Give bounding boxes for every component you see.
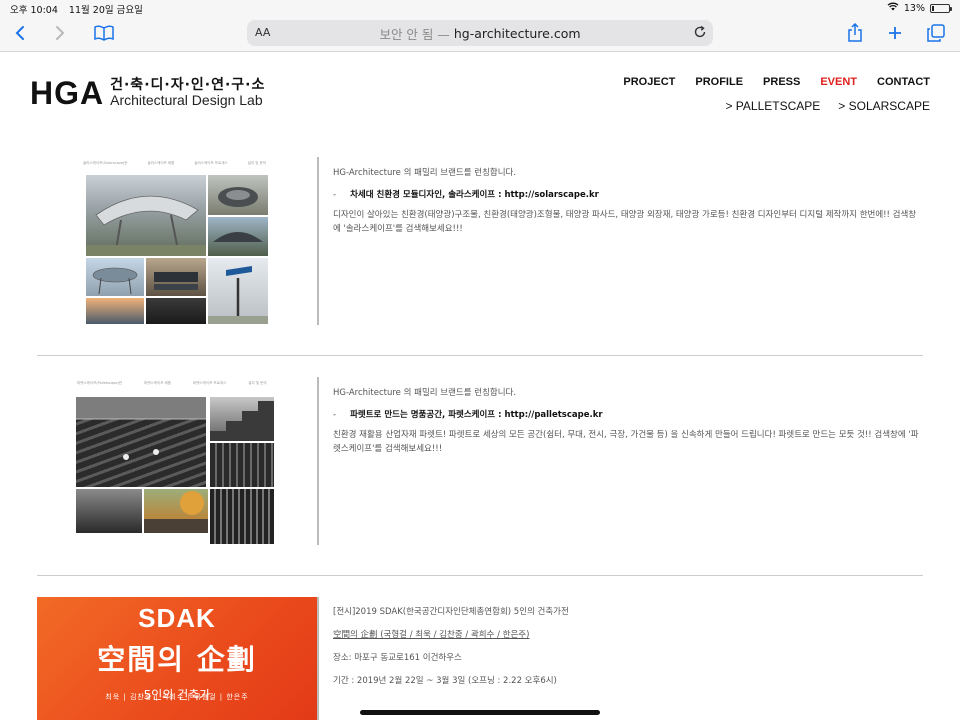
battery-fill — [932, 5, 934, 11]
exhibition-venue: 장소: 마포구 동교로161 이건하우스 — [333, 653, 462, 663]
battery-percent: 13% — [903, 2, 925, 14]
reader-settings-button[interactable]: AA — [255, 26, 270, 39]
battery-icon — [930, 3, 952, 13]
photo-solar-panels — [146, 258, 206, 296]
exhibition-period: 기간 : 2019년 2월 22일 ~ 3월 3일 (오프닝 : 2.22 오후… — [333, 676, 557, 686]
new-tab-icon[interactable] — [883, 22, 907, 44]
status-date: 11월 20일 금요일 — [68, 5, 143, 16]
photo-solar-shelter — [86, 258, 144, 296]
logo-mark: HGA — [30, 75, 105, 111]
divider — [37, 355, 923, 356]
photo-pallet-floor — [210, 443, 274, 487]
sub-nav: > PALLETSCAPE > SOLARSCAPE — [725, 99, 930, 113]
subnav-solarscape[interactable]: > SOLARSCAPE — [838, 99, 930, 113]
subnav-palletscape[interactable]: > PALLETSCAPE — [725, 99, 820, 113]
nav-event[interactable]: EVENT — [820, 76, 857, 88]
photo-solar-sunset — [86, 298, 144, 324]
photo-solar-streetlight — [208, 258, 268, 324]
tabs-icon[interactable] — [924, 22, 948, 44]
post-solarscape: 솔라스케이프(Solarscape)란 솔라스케이프 제품 솔라스케이프 프로세… — [37, 157, 923, 327]
post-headline-link[interactable]: 파렛트로 만드는 명품공간, 파렛스케이프 : http://palletsca… — [350, 410, 602, 420]
photo-solar-dome — [208, 175, 268, 215]
bookmarks-icon[interactable] — [92, 22, 116, 44]
photo-pallet-stairs — [210, 397, 274, 441]
photo-solar-pavilion — [86, 175, 206, 256]
thumb-header-item: 설치 및 문의 — [248, 381, 267, 385]
forward-icon[interactable] — [48, 22, 72, 44]
thumb-header-item: 파렛스케이프(Palletscape)란 — [77, 381, 123, 385]
exhibition-title: [전시]2019 SDAK(한국공간디자인단체총연합회) 5인의 건축가전 — [333, 607, 569, 617]
post-palletscape: 파렛스케이프(Palletscape)란 파렛스케이프 제품 파렛스케이프 프로… — [37, 377, 923, 547]
post-text: [전시]2019 SDAK(한국공간디자인단체총연합회) 5인의 건축가전 空間… — [333, 597, 923, 695]
post-text: HG-Architecture 의 패밀리 브랜드를 런칭합니다. - 차세대 친… — [333, 157, 923, 242]
solarscape-thumbnail[interactable]: 솔라스케이프(Solarscape)란 솔라스케이프 제품 솔라스케이프 프로세… — [37, 157, 319, 325]
nav-press[interactable]: PRESS — [763, 76, 800, 88]
post-sdak-exhibition: SDAK 空間의 企劃 5인의 건축가 최욱 | 김찬중 | 곽희수 | 국형걸… — [37, 597, 923, 720]
main-nav: PROJECT PROFILE PRESS EVENT CONTACT — [623, 76, 930, 88]
photo-pallet-corridor — [210, 489, 274, 544]
nav-contact[interactable]: CONTACT — [877, 76, 930, 88]
url-text: hg-architecture.com — [453, 25, 581, 41]
back-icon[interactable] — [8, 22, 32, 44]
share-icon[interactable] — [843, 22, 867, 44]
thumb-header: 파렛스케이프(Palletscape)란 파렛스케이프 제품 파렛스케이프 프로… — [77, 381, 267, 386]
reload-icon[interactable] — [693, 25, 707, 42]
thumb-header-item: 파렛스케이프 제품 — [144, 381, 171, 385]
address-bar[interactable]: AA 보안 안 됨 — hg-architecture.com — [247, 20, 713, 46]
palletscape-thumbnail[interactable]: 파렛스케이프(Palletscape)란 파렛스케이프 제품 파렛스케이프 프로… — [37, 377, 319, 545]
photo-pallet-seating — [76, 489, 142, 533]
thumb-header-item: 솔라스케이프 제품 — [147, 161, 175, 165]
logo-korean: 건·축·디·자·인·연·구·소 — [110, 77, 266, 93]
status-bar: 오후 10:04 11월 20일 금요일 13% — [0, 0, 960, 16]
status-time: 오후 10:04 — [10, 5, 58, 16]
photo-pallet-autumn — [144, 489, 208, 533]
photo-solar-structure — [146, 298, 206, 324]
post-intro: HG-Architecture 의 패밀리 브랜드를 런칭합니다. — [333, 388, 517, 398]
thumb-header-item: 파렛스케이프 프로세스 — [192, 381, 227, 385]
nav-profile[interactable]: PROFILE — [695, 76, 743, 88]
thumb-header-item: 솔라스케이프 프로세스 — [194, 161, 228, 165]
post-body: 친환경 재활용 산업자재 파렛트! 파렛트로 세상의 모든 공간(쉼터, 무대,… — [333, 430, 919, 454]
post-headline-link[interactable]: 차세대 친환경 모듈디자인, 솔라스케이프 : http://solarscap… — [350, 190, 599, 200]
logo-english: Architectural Design Lab — [110, 92, 263, 108]
nav-project[interactable]: PROJECT — [623, 76, 675, 88]
photo-solar-canopy — [208, 217, 268, 256]
wifi-icon — [887, 2, 899, 14]
thumb-header-item: 설치 및 문의 — [247, 161, 266, 165]
exhibition-participants-link[interactable]: 空間의 企劃 (국형걸 / 최욱 / 김찬중 / 곽희수 / 한은주) — [333, 628, 923, 643]
site-logo[interactable]: HGA 건·축·디·자·인·연·구·소 Architectural Design… — [30, 75, 266, 111]
post-text: HG-Architecture 의 패밀리 브랜드를 런칭합니다. - 파렛트로 … — [333, 377, 923, 462]
post-body: 디자인이 살아있는 친환경(태양광)구조물, 친환경(태양광)조형물, 태양광 … — [333, 210, 917, 234]
poster-names: 최욱 | 김찬중 | 곽희수 | 국형걸 | 한은주 — [105, 693, 249, 701]
post-intro: HG-Architecture 의 패밀리 브랜드를 런칭합니다. — [333, 168, 517, 178]
insecure-label: 보안 안 됨 — — [379, 26, 450, 42]
browser-toolbar: AA 보안 안 됨 — hg-architecture.com — [0, 16, 960, 52]
sdak-poster[interactable]: SDAK 空間의 企劃 5인의 건축가 최욱 | 김찬중 | 곽희수 | 국형걸… — [37, 597, 319, 720]
divider — [37, 575, 923, 576]
photo-pallet-hall — [76, 397, 206, 487]
poster-hanja: 空間의 企劃 — [97, 643, 257, 676]
poster-title: SDAK — [138, 603, 216, 633]
thumb-header-item: 솔라스케이프(Solarscape)란 — [83, 161, 128, 165]
home-indicator[interactable] — [360, 710, 600, 715]
thumb-header: 솔라스케이프(Solarscape)란 솔라스케이프 제품 솔라스케이프 프로세… — [83, 161, 266, 166]
